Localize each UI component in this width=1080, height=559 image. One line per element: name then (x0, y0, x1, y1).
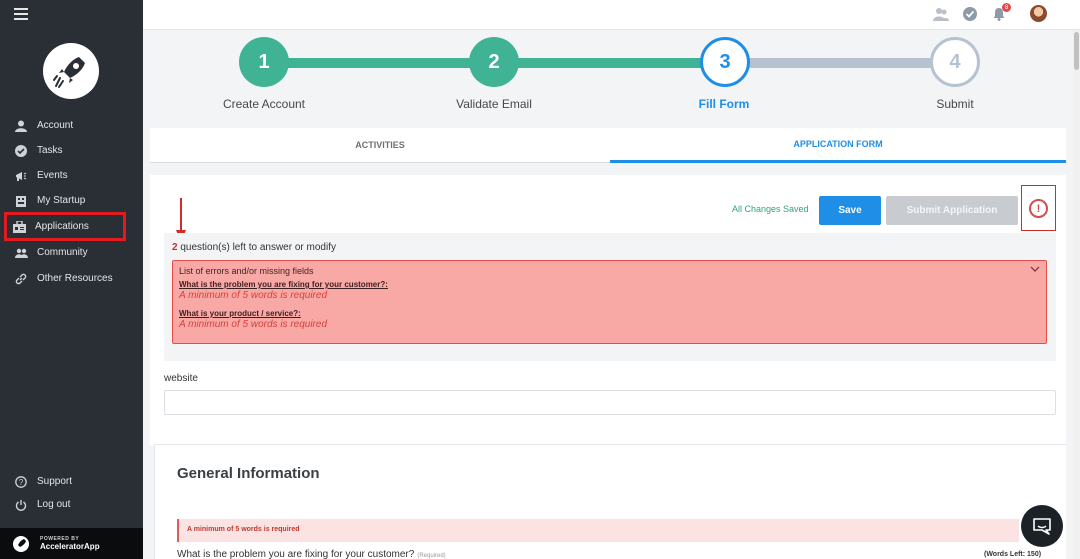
exclamation-icon[interactable]: ! (1029, 199, 1048, 218)
sidebar-item-label: Support (37, 476, 73, 487)
stepper-track-pending (726, 58, 955, 68)
check-circle-icon (14, 144, 28, 158)
sidebar-item-log-out[interactable]: Log out (6, 493, 124, 516)
tabs-bar: ACTIVITIES APPLICATION FORM (150, 128, 1066, 163)
avatar[interactable] (1030, 5, 1047, 22)
chat-button[interactable] (1021, 505, 1063, 547)
power-icon (14, 498, 28, 512)
question-label: What is the problem you are fixing for y… (177, 549, 446, 559)
sidebar-item-applications[interactable]: Applications (4, 212, 126, 241)
error-message: A minimum of 5 words is required (179, 290, 328, 301)
link-icon (14, 272, 28, 286)
sidebar-item-events[interactable]: Events (6, 164, 124, 187)
step-2-label: Validate Email (456, 97, 532, 111)
menu-icon[interactable] (14, 8, 28, 20)
errors-panel[interactable]: List of errors and/or missing fields Wha… (172, 260, 1047, 344)
website-label: website (164, 373, 198, 384)
sidebar-item-label: Account (37, 120, 74, 131)
user-icon (14, 119, 28, 133)
help-icon: ? (14, 475, 28, 489)
sidebar-item-account[interactable]: Account (6, 114, 124, 137)
community-icon (14, 246, 28, 260)
chat-icon (1033, 518, 1051, 535)
scrollbar-thumb[interactable] (1074, 32, 1079, 70)
powered-by-footer: POWERED BY AcceleratorApp (0, 528, 143, 559)
megaphone-icon (14, 169, 28, 183)
sidebar: Account Tasks Events My Startup Applicat… (0, 0, 143, 559)
field-error-text: A minimum of 5 words is required (187, 526, 300, 533)
step-1-circle: 1 (239, 37, 289, 87)
step-1-label: Create Account (222, 97, 306, 111)
brand-name: AcceleratorApp (40, 542, 100, 551)
alert-highlight: ! (1021, 185, 1056, 231)
sidebar-item-community[interactable]: Community (6, 241, 124, 264)
tab-activities[interactable]: ACTIVITIES (150, 128, 610, 163)
users-icon[interactable] (933, 6, 949, 22)
questions-left: 2 question(s) left to answer or modify (172, 242, 336, 253)
save-button[interactable]: Save (819, 196, 881, 225)
question-text: What is the problem you are fixing for y… (177, 549, 415, 559)
rocket-logo[interactable] (43, 43, 99, 99)
error-question-link[interactable]: What is the problem you are fixing for y… (179, 280, 388, 289)
applications-icon (12, 220, 26, 234)
website-input[interactable] (164, 390, 1056, 415)
sidebar-item-label: My Startup (37, 195, 86, 206)
sidebar-item-tasks[interactable]: Tasks (6, 139, 124, 162)
save-status: All Changes Saved (732, 204, 809, 214)
scrollbar[interactable] (1073, 30, 1080, 559)
sidebar-item-other-resources[interactable]: Other Resources (6, 267, 124, 290)
required-tag: (Required) (417, 553, 446, 559)
tab-application-form[interactable]: APPLICATION FORM (610, 128, 1066, 163)
sidebar-item-label: Log out (37, 499, 71, 510)
sidebar-item-label: Events (37, 170, 68, 181)
sidebar-item-label: Applications (35, 221, 89, 232)
errors-title: List of errors and/or missing fields (179, 266, 314, 276)
building-icon (14, 194, 28, 208)
sidebar-item-label: Community (37, 247, 88, 258)
sidebar-item-label: Other Resources (37, 273, 113, 284)
words-left: (Words Left: 150) (984, 551, 1042, 558)
sidebar-item-my-startup[interactable]: My Startup (6, 189, 124, 212)
step-3-circle: 3 (700, 37, 750, 87)
step-2-circle: 2 (469, 37, 519, 87)
submit-application-button[interactable]: Submit Application (886, 196, 1018, 225)
step-3-label: Fill Form (698, 97, 750, 111)
sidebar-item-support[interactable]: ? Support (6, 470, 124, 493)
step-4-label: Submit (936, 97, 974, 111)
notification-badge: 8 (1002, 3, 1011, 12)
section-title: General Information (177, 465, 320, 482)
accelerator-logo-icon (13, 535, 29, 552)
step-4-circle: 4 (930, 37, 980, 87)
error-message: A minimum of 5 words is required (179, 319, 328, 330)
sidebar-item-label: Tasks (37, 145, 63, 156)
error-question-link[interactable]: What is your product / service?: (179, 309, 301, 318)
check-circle-icon[interactable] (962, 6, 978, 22)
svg-text:?: ? (19, 478, 24, 487)
field-error-banner: A minimum of 5 words is required (177, 519, 1019, 542)
questions-left-text: question(s) left to answer or modify (177, 242, 336, 253)
chevron-down-icon[interactable] (1030, 265, 1040, 273)
